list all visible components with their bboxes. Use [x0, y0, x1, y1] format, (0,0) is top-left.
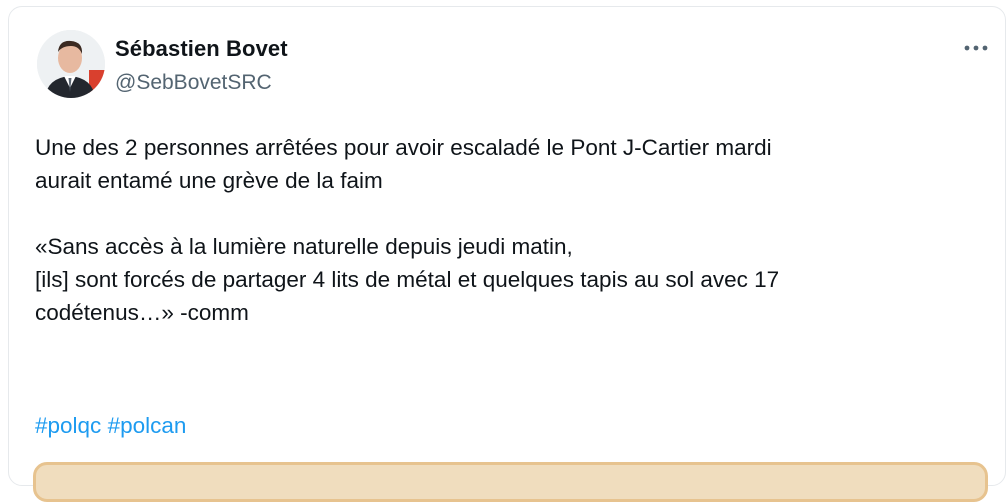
media-preview[interactable] — [33, 462, 988, 502]
tweet-line: [ils] sont forcés de partager 4 lits de … — [35, 267, 780, 292]
author-avatar[interactable] — [37, 30, 105, 98]
author-handle[interactable]: @SebBovetSRC — [115, 71, 272, 95]
author-name[interactable]: Sébastien Bovet — [115, 36, 288, 62]
profile-photo-icon — [37, 30, 105, 98]
tweet-line: Une des 2 personnes arrêtées pour avoir … — [35, 135, 772, 160]
hashtags: #polqc #polcan — [35, 409, 186, 442]
more-options-icon — [964, 45, 988, 51]
tweet-text: Une des 2 personnes arrêtées pour avoir … — [35, 131, 985, 329]
tweet-line: «Sans accès à la lumière naturelle depui… — [35, 234, 573, 259]
tweet-line: aurait entamé une grève de la faim — [35, 168, 383, 193]
more-options-button[interactable] — [960, 36, 992, 60]
tweet-line: codétenus…» -comm — [35, 300, 249, 325]
hashtag-link[interactable]: #polqc — [35, 413, 101, 438]
hashtag-link[interactable]: #polcan — [108, 413, 187, 438]
